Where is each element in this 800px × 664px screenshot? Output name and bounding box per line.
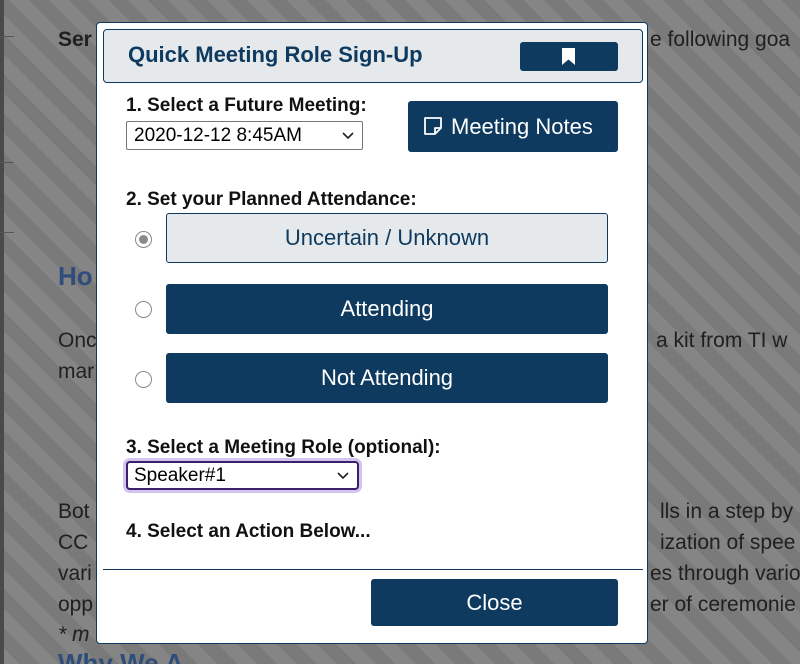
bg-text: Bot — [58, 500, 90, 523]
bg-text: er of ceremonie — [650, 593, 796, 616]
chevron-down-icon — [337, 472, 349, 480]
meeting-select[interactable]: 2020-12-12 8:45AM — [126, 121, 363, 150]
bg-text: e following goa — [650, 28, 791, 51]
backdrop-divider — [0, 162, 14, 163]
radio-attending[interactable] — [135, 301, 152, 318]
bg-heading: Why We A — [58, 648, 184, 664]
bg-text: * m — [58, 623, 90, 646]
quick-signup-dialog: Quick Meeting Role Sign-Up 1. Select a F… — [96, 22, 648, 644]
bookmark-icon — [562, 48, 575, 65]
meeting-notes-label: Meeting Notes — [451, 114, 593, 139]
backdrop-left-border — [0, 0, 4, 664]
bg-text: Onc — [58, 329, 97, 352]
bg-text: lls in a step by — [660, 500, 794, 523]
chevron-down-icon — [342, 132, 354, 140]
role-select-value: Speaker#1 — [134, 465, 226, 486]
radio-not-attending[interactable] — [135, 371, 152, 388]
bg-text: ization of spee — [660, 531, 796, 554]
radio-uncertain[interactable] — [135, 231, 152, 248]
bg-heading: Ho — [58, 261, 93, 291]
step3-label: 3. Select a Meeting Role (optional): — [126, 437, 441, 458]
role-select[interactable]: Speaker#1 — [126, 461, 359, 490]
step4-label: 4. Select an Action Below... — [126, 521, 371, 542]
dialog-header: Quick Meeting Role Sign-Up — [103, 29, 643, 83]
step2-label: 2. Set your Planned Attendance: — [126, 189, 417, 210]
backdrop-divider — [0, 232, 14, 233]
bg-text: a kit from TI w — [656, 329, 788, 352]
bg-text: vari — [58, 562, 92, 585]
uncertain-button[interactable]: Uncertain / Unknown — [166, 213, 608, 263]
bookmark-button[interactable] — [520, 42, 618, 71]
dialog-footer-divider — [103, 569, 643, 570]
meeting-notes-button[interactable]: Meeting Notes — [408, 101, 618, 152]
backdrop-divider — [0, 36, 14, 37]
bg-text: Ser — [58, 28, 92, 51]
attending-button[interactable]: Attending — [166, 284, 608, 334]
step1-label: 1. Select a Future Meeting: — [126, 95, 367, 116]
bg-text: CC — [58, 531, 89, 554]
bg-text: opp — [58, 593, 94, 616]
dialog-title: Quick Meeting Role Sign-Up — [128, 42, 423, 67]
sticky-note-icon — [424, 117, 442, 135]
bg-text: mar — [58, 360, 95, 383]
meeting-select-value: 2020-12-12 8:45AM — [134, 125, 302, 146]
bg-text: es through vario — [650, 562, 800, 585]
close-button[interactable]: Close — [371, 579, 618, 626]
not-attending-button[interactable]: Not Attending — [166, 353, 608, 403]
